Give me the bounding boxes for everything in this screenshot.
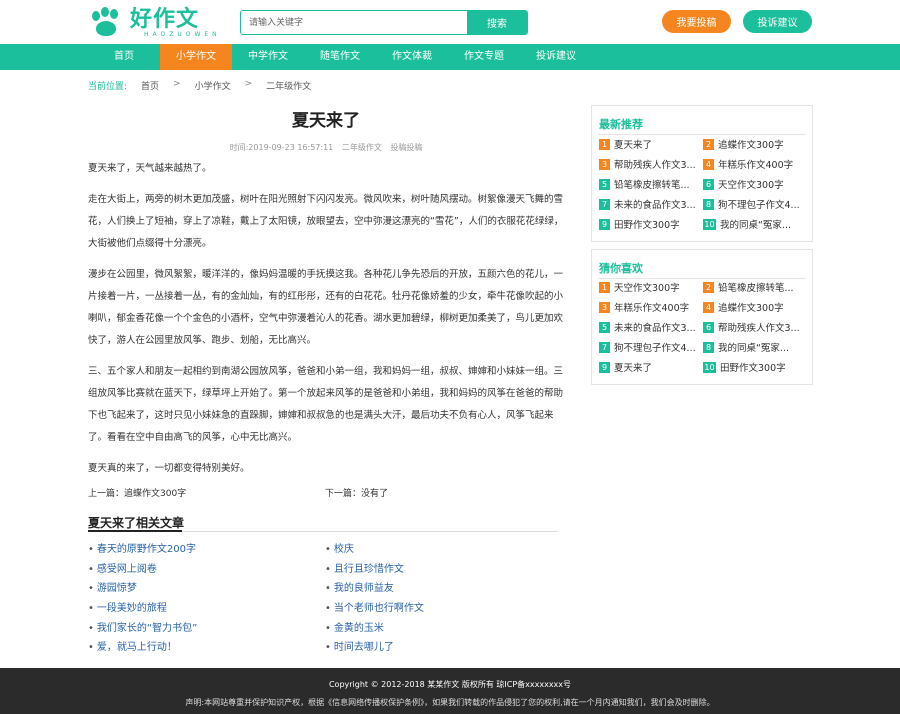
related-link[interactable]: • 我的良师益友 <box>325 579 424 599</box>
nav-complaints[interactable]: 投诉建议 <box>520 44 592 70</box>
related-link[interactable]: • 校庆 <box>325 540 424 560</box>
search-input[interactable] <box>241 11 467 34</box>
article-source[interactable]: 投稿投稿 <box>390 143 422 152</box>
article-paragraph: 三、五个家人和朋友一起相约到南湖公园放风筝，爸爸和小弟一组，我和妈妈一组，叔叔、… <box>88 366 564 443</box>
related-list-left: • 春天的原野作文200字 • 感受网上阅卷 • 游园惊梦 • 一段美妙的旅程 • 我们家… <box>88 540 197 658</box>
related-link[interactable]: • 我们家长的“智力书包” <box>88 619 197 639</box>
latest-item[interactable]: 1 夏天来了 <box>599 137 652 151</box>
guess-item[interactable]: 5 未来的食品作文3... <box>599 320 696 334</box>
related-divider <box>88 530 558 532</box>
latest-item[interactable]: 9 田野作文300字 <box>599 217 680 231</box>
site-header: 好作文 HAOZUOWEN 搜索 我要投稿 投诉建议 <box>0 0 900 44</box>
related-link[interactable]: • 当个老师也行啊作文 <box>325 599 424 619</box>
breadcrumb: 当前位置: 首页 > 小学作文 > 二年级作文 <box>88 79 325 92</box>
related-list-right: • 校庆 • 且行且珍惜作文 • 我的良师益友 • 当个老师也行啊作文 • 金黄的玉米 •… <box>325 540 424 658</box>
article-paragraph: 漫步在公园里，微风絮絮，暖洋洋的，像妈妈温暖的手抚摸这我。各种花儿争先恐后的开放… <box>88 269 564 346</box>
article-title: 夏天来了 <box>292 111 360 131</box>
related-link[interactable]: • 且行且珍惜作文 <box>325 560 424 580</box>
article-paragraph: 夏天来了，天气越来越热了。 <box>88 163 212 174</box>
breadcrumb-category[interactable]: 小学作文 <box>195 79 231 92</box>
prev-article-link[interactable]: 上一篇：追蝶作文300字 <box>88 486 186 499</box>
guess-you-like-title: 猜你喜欢 <box>599 262 643 275</box>
breadcrumb-separator: > <box>244 79 253 89</box>
latest-item[interactable]: 8 狗不理包子作文4... <box>703 197 800 211</box>
related-link[interactable]: • 游园惊梦 <box>88 579 197 599</box>
guess-item[interactable]: 9 夏天来了 <box>599 360 652 374</box>
guess-item[interactable]: 6 帮助残疾人作文3... <box>703 320 800 334</box>
nav-topics[interactable]: 作文专题 <box>448 44 520 70</box>
footer-copyright: Copyright © 2012-2018 某某作文 版权所有 琼ICP备xxx… <box>328 680 572 689</box>
guess-item[interactable]: 3 年糕乐作文400字 <box>599 300 689 314</box>
latest-item[interactable]: 3 帮助残疾人作文3... <box>599 157 696 171</box>
search-button[interactable]: 搜索 <box>467 11 527 34</box>
footer-notice: 声明:本网站尊重并保护知识产权，根据《信息网络传播权保护条例》，如果我们转载的作… <box>185 698 715 707</box>
complaint-button[interactable]: 投诉建议 <box>743 10 812 33</box>
latest-item[interactable]: 4 年糕乐作文400字 <box>703 157 793 171</box>
logo-text: 好作文 <box>130 5 200 32</box>
guess-item[interactable]: 1 天空作文300字 <box>599 280 680 294</box>
latest-recommend-title: 最新推荐 <box>599 118 643 131</box>
latest-item[interactable]: 5 铅笔橡皮擦转笔... <box>599 177 690 191</box>
guess-item[interactable]: 4 追蝶作文300字 <box>703 300 784 314</box>
related-heading: 夏天来了相关文章 <box>88 516 185 530</box>
latest-recommend-box: 最新推荐 1 夏天来了 2 追蝶作文300字 3 帮助残疾人作文3... 4 年糕乐作文… <box>591 105 813 242</box>
latest-item[interactable]: 7 未来的食品作文3... <box>599 197 696 211</box>
guess-item[interactable]: 2 铅笔橡皮擦转笔... <box>703 280 794 294</box>
site-footer: Copyright © 2012-2018 某某作文 版权所有 琼ICP备xxx… <box>0 668 900 714</box>
breadcrumb-label: 当前位置: <box>88 82 128 92</box>
breadcrumb-separator: > <box>173 79 181 89</box>
article-time: 时间:2019-09-23 16:57:11 <box>229 143 334 152</box>
next-article-link[interactable]: 下一篇：没有了 <box>325 486 388 499</box>
article-meta: 时间:2019-09-23 16:57:11 二年级作文 投稿投稿 <box>88 142 564 153</box>
breadcrumb-subcategory[interactable]: 二年级作文 <box>266 79 311 92</box>
guess-item[interactable]: 10 田野作文300字 <box>703 360 786 374</box>
paw-icon <box>90 7 126 37</box>
latest-item[interactable]: 6 天空作文300字 <box>703 177 784 191</box>
main-nav: 首页 小学作文 中学作文 随笔作文 作文体裁 作文专题 投诉建议 <box>0 44 900 70</box>
related-link[interactable]: • 金黄的玉米 <box>325 619 424 639</box>
latest-item[interactable]: 2 追蝶作文300字 <box>703 137 784 151</box>
submit-article-button[interactable]: 我要投稿 <box>662 10 731 33</box>
article-category[interactable]: 二年级作文 <box>342 143 382 152</box>
guess-item[interactable]: 8 我的同桌“冤家... <box>703 340 789 354</box>
site-logo[interactable]: 好作文 HAOZUOWEN <box>90 6 221 38</box>
related-link[interactable]: • 一段美妙的旅程 <box>88 599 197 619</box>
nav-primary-school[interactable]: 小学作文 <box>160 44 232 70</box>
guess-you-like-box: 猜你喜欢 1 天空作文300字 2 铅笔橡皮擦转笔... 3 年糕乐作文400字 4追… <box>591 249 813 385</box>
nav-genres[interactable]: 作文体裁 <box>376 44 448 70</box>
search-bar: 搜索 <box>240 10 528 35</box>
related-link[interactable]: • 爱，就马上行动！ <box>88 638 197 658</box>
nav-home[interactable]: 首页 <box>88 44 160 70</box>
latest-item[interactable]: 10 我的同桌“冤家... <box>703 217 791 231</box>
logo-subtext: HAOZUOWEN <box>144 30 221 38</box>
related-link[interactable]: • 春天的原野作文200字 <box>88 540 197 560</box>
guess-item[interactable]: 7 狗不理包子作文4... <box>599 340 696 354</box>
nav-middle-school[interactable]: 中学作文 <box>232 44 304 70</box>
related-link[interactable]: • 时间去哪儿了 <box>325 638 424 658</box>
breadcrumb-home[interactable]: 首页 <box>141 79 159 92</box>
article-paragraph: 走在大街上，两旁的树木更加茂盛，树叶在阳光照射下闪闪发亮。微风吹来，树叶随风摆动… <box>88 194 564 249</box>
article-body: 夏天来了，天气越来越热了。 走在大街上，两旁的树木更加茂盛，树叶在阳光照射下闪闪… <box>88 158 564 489</box>
nav-essays[interactable]: 随笔作文 <box>304 44 376 70</box>
related-link[interactable]: • 感受网上阅卷 <box>88 560 197 580</box>
article-paragraph: 夏天真的来了，一切都变得特别美好。 <box>88 463 250 474</box>
